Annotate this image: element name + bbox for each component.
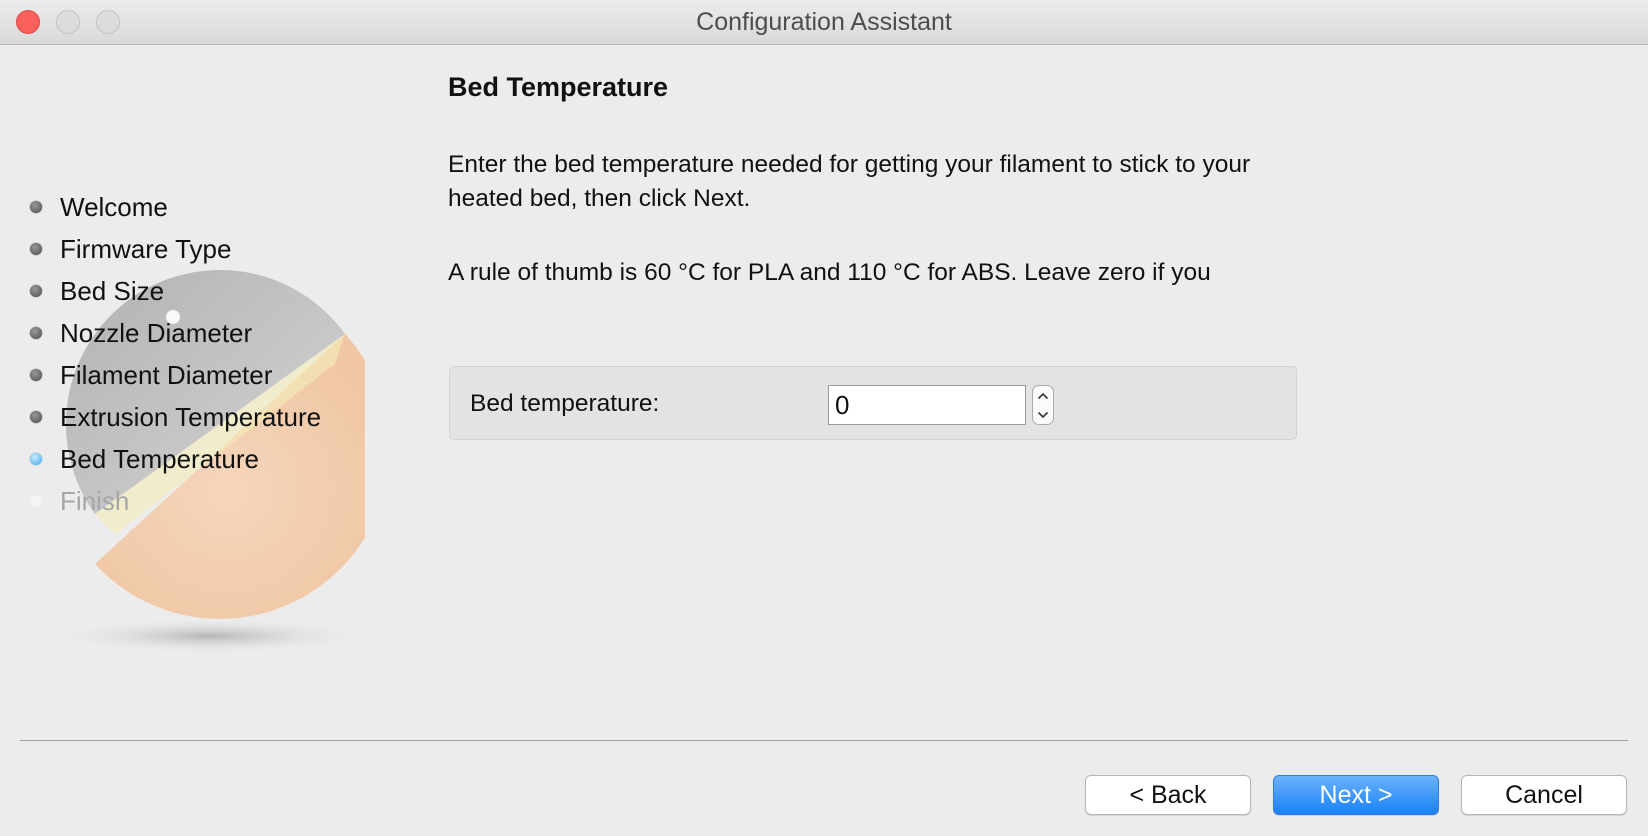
bed-temperature-label: Bed temperature: [470, 390, 660, 417]
steps-sidebar: Welcome Firmware Type Bed Size Nozzle Di… [0, 44, 420, 734]
chevron-down-icon [1037, 411, 1049, 418]
step-firmware-type: Firmware Type [28, 228, 321, 270]
step-bed-temperature: Bed Temperature [28, 438, 321, 480]
page-hint: A rule of thumb is 60 °C for PLA and 110… [448, 259, 1211, 286]
bed-temperature-stepper[interactable] [1032, 385, 1054, 425]
step-bullet-icon [30, 201, 42, 213]
configuration-assistant-window: Configuration Assistant Welcome Firmware… [0, 0, 1648, 836]
step-bullet-icon [30, 369, 42, 381]
step-filament-diameter: Filament Diameter [28, 354, 321, 396]
title-bar: Configuration Assistant [0, 0, 1648, 45]
step-finish: Finish [28, 480, 321, 522]
steps-list: Welcome Firmware Type Bed Size Nozzle Di… [28, 186, 321, 522]
step-label: Filament Diameter [60, 359, 273, 390]
step-bullet-icon [30, 411, 42, 423]
chevron-up-icon [1037, 392, 1049, 399]
footer-divider [20, 740, 1628, 741]
step-bullet-icon [30, 243, 42, 255]
decrement-button[interactable] [1033, 405, 1053, 424]
step-label: Finish [60, 485, 130, 516]
step-nozzle-diameter: Nozzle Diameter [28, 312, 321, 354]
back-button[interactable]: < Back [1085, 775, 1251, 815]
step-bullet-icon [30, 495, 42, 507]
step-bed-size: Bed Size [28, 270, 321, 312]
increment-button[interactable] [1033, 386, 1053, 405]
next-button[interactable]: Next > [1273, 775, 1439, 815]
step-label: Firmware Type [60, 233, 232, 264]
step-label: Nozzle Diameter [60, 317, 253, 348]
step-label: Bed Temperature [60, 443, 259, 474]
page-title: Bed Temperature [448, 72, 669, 102]
step-extrusion-temperature: Extrusion Temperature [28, 396, 321, 438]
page-description: Enter the bed temperature needed for get… [448, 151, 1251, 212]
window-title: Configuration Assistant [696, 8, 952, 36]
bed-temperature-input[interactable] [828, 385, 1026, 425]
step-label: Extrusion Temperature [60, 401, 322, 432]
cancel-button[interactable]: Cancel [1461, 775, 1627, 815]
step-label: Bed Size [60, 275, 165, 306]
step-bullet-icon [30, 285, 42, 297]
step-welcome: Welcome [28, 186, 321, 228]
step-bullet-icon [30, 327, 42, 339]
bed-temperature-group: Bed temperature: [449, 366, 1297, 440]
step-label: Welcome [60, 191, 168, 222]
current-step-bullet-icon [30, 453, 42, 465]
